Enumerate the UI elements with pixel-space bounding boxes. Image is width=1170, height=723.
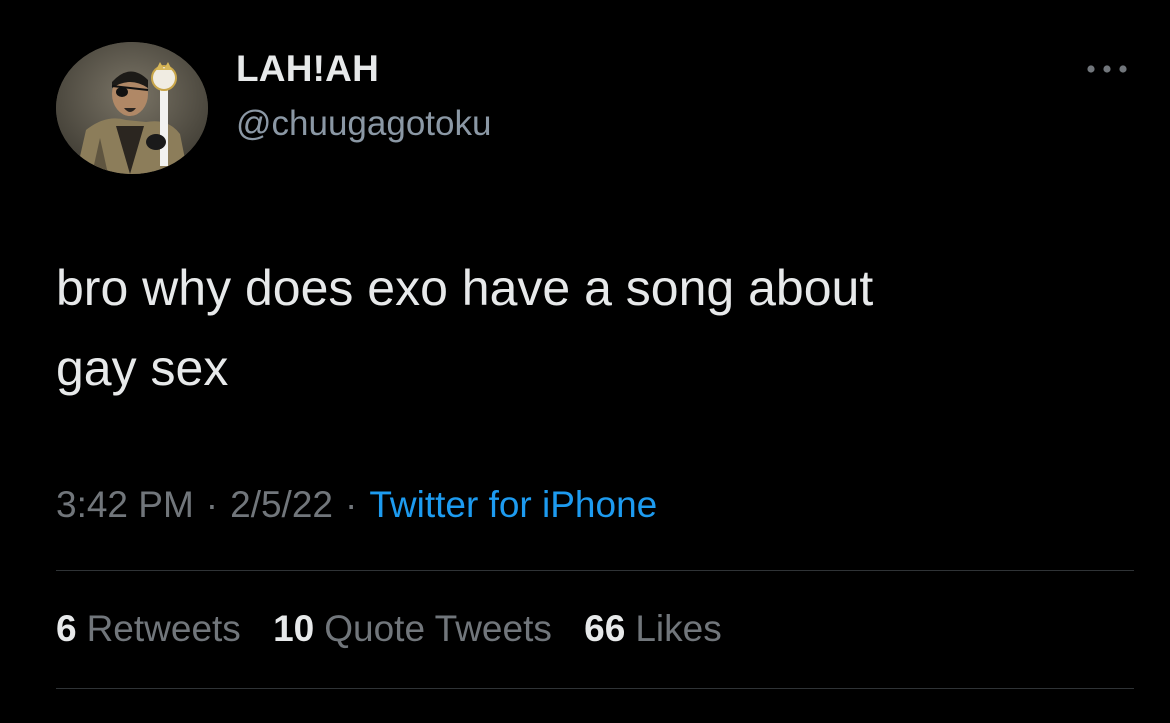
meta-separator: · <box>345 484 358 525</box>
divider <box>56 688 1134 689</box>
retweets-count: 6 <box>56 608 77 649</box>
quote-tweets-label: Quote Tweets <box>324 608 552 649</box>
tweet-text: bro why does exo have a song about gay s… <box>56 248 1116 408</box>
tweet-time[interactable]: 3:42 PM <box>56 484 194 525</box>
tweet-card: LAH!AH @chuugagotoku bro why does exo ha… <box>0 0 1170 723</box>
likes-count: 66 <box>584 608 626 649</box>
quote-tweets-count: 10 <box>273 608 315 649</box>
tweet-text-line: bro why does exo have a song about <box>56 260 874 316</box>
retweets-label: Retweets <box>86 608 241 649</box>
avatar[interactable] <box>56 42 208 174</box>
tweet-text-line: gay sex <box>56 340 229 396</box>
more-options-button[interactable] <box>1082 54 1132 84</box>
author-name[interactable]: LAH!AH <box>236 48 379 90</box>
avatar-image <box>56 42 208 174</box>
divider <box>56 570 1134 571</box>
retweets-stat[interactable]: 6 Retweets <box>56 608 241 650</box>
likes-stat[interactable]: 66 Likes <box>584 608 722 650</box>
tweet-stats: 6 Retweets 10 Quote Tweets 66 Likes <box>56 608 744 650</box>
likes-label: Likes <box>635 608 722 649</box>
meta-separator: · <box>205 484 219 525</box>
tweet-metadata: 3:42 PM · 2/5/22 · Twitter for iPhone <box>56 484 657 526</box>
tweet-date[interactable]: 2/5/22 <box>230 484 333 525</box>
quote-tweets-stat[interactable]: 10 Quote Tweets <box>273 608 552 650</box>
author-handle[interactable]: @chuugagotoku <box>236 104 491 144</box>
tweet-source-link[interactable]: Twitter for iPhone <box>369 484 657 525</box>
more-horizontal-icon <box>1087 65 1127 73</box>
